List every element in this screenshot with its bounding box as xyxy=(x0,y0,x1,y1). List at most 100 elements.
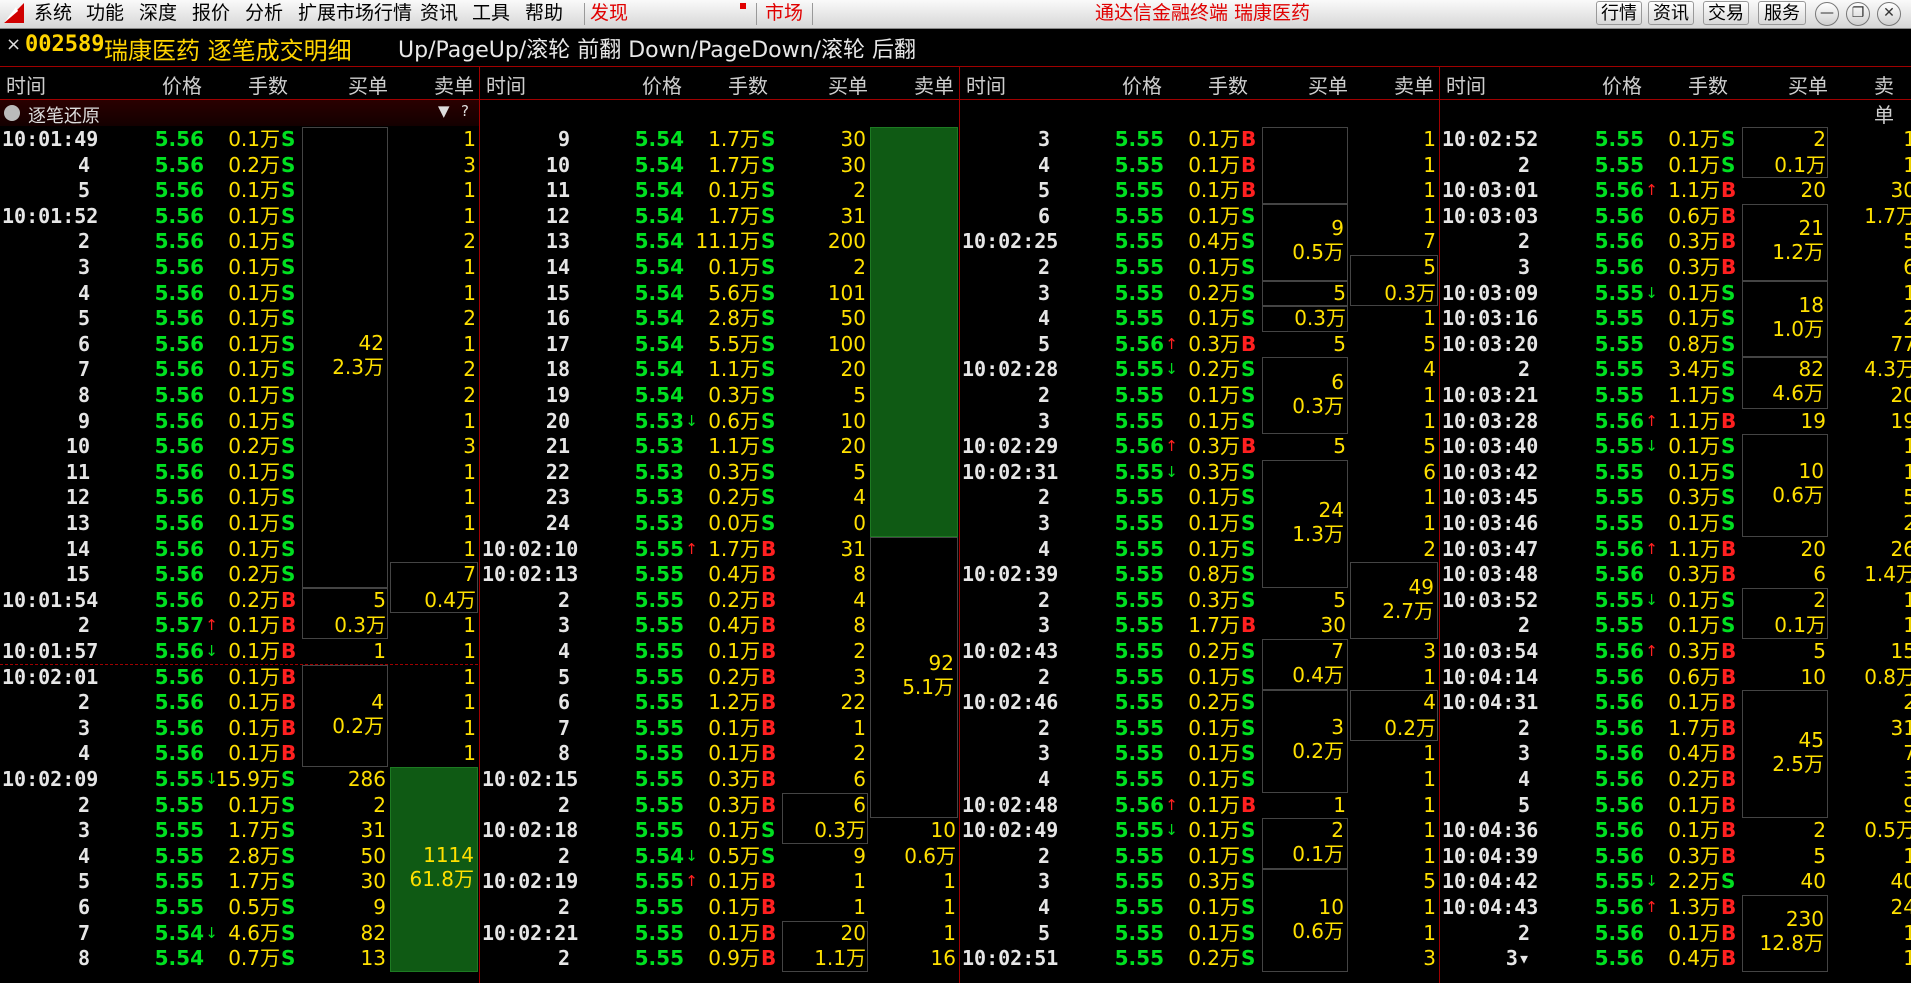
trade-volume: 0.1万 xyxy=(1188,306,1240,331)
sell-order-value: 1 xyxy=(1903,920,1911,945)
trade-side: S xyxy=(1241,587,1256,612)
trade-price: 5.55 xyxy=(1114,127,1164,151)
restore-icon[interactable]: ❐ xyxy=(1846,2,1870,26)
trade-price: 5.56 xyxy=(1594,408,1644,433)
collapse-icon[interactable] xyxy=(4,105,20,121)
sell-order-value: 1 xyxy=(1903,459,1911,484)
menu-item-news[interactable]: 资讯 xyxy=(420,0,458,28)
trade-time: 4 xyxy=(1037,895,1050,919)
trade-time: 14 xyxy=(65,536,90,561)
trade-side: S xyxy=(281,178,296,203)
menu-item-depth[interactable]: 深度 xyxy=(139,0,177,28)
filter-icon[interactable]: ▼ xyxy=(438,102,450,120)
trade-side: S xyxy=(281,920,296,945)
trade-time: 3 xyxy=(1037,869,1050,894)
trade-price: 5.54 xyxy=(634,306,684,331)
trade-time: 2 xyxy=(557,843,570,868)
trade-volume: 0.4万 xyxy=(1668,741,1720,766)
trade-price: 5.56 xyxy=(154,511,204,535)
buy-order-value: 1 xyxy=(853,715,866,740)
buy-order-value: 100 xyxy=(827,331,866,356)
sell-group-count: 1114 xyxy=(423,843,474,868)
trade-price: 5.55 xyxy=(1114,562,1164,587)
menu-item-system[interactable]: 系统 xyxy=(34,0,72,28)
trade-side: S xyxy=(1241,408,1256,433)
trade-time: 10:02:31 xyxy=(962,459,1059,484)
trade-time: 10:02:10 xyxy=(482,536,579,561)
trade-volume: 0.3万 xyxy=(1668,485,1720,510)
menu-item-market[interactable]: 市场 xyxy=(765,0,803,28)
trade-time: 5 xyxy=(1037,178,1050,203)
trade-side: S xyxy=(1241,639,1256,663)
trade-price: 5.55 xyxy=(1114,741,1164,766)
quote-button[interactable]: 行情 xyxy=(1596,1,1642,25)
trade-price: 5.53 xyxy=(634,408,684,433)
menu-item-tools[interactable]: 工具 xyxy=(472,0,510,28)
trade-price: 5.54 xyxy=(634,331,684,356)
buy-order-value: 30 xyxy=(1320,613,1346,638)
trade-time: 8 xyxy=(77,383,90,407)
trade-time: 11 xyxy=(65,459,90,484)
trade-time: 2 xyxy=(557,792,570,817)
trade-price: 5.56 xyxy=(1594,178,1644,203)
menu-item-quote[interactable]: 报价 xyxy=(192,0,230,28)
minimize-icon[interactable]: — xyxy=(1815,2,1839,26)
trade-price: 5.55 xyxy=(1114,895,1164,919)
trade-price: 5.56 xyxy=(1594,741,1644,766)
trade-price: 5.54 xyxy=(154,946,204,971)
sell-order-value: 1 xyxy=(1903,843,1911,868)
sell-order-value: 1 xyxy=(1903,587,1911,612)
buy-order-value: 5 xyxy=(853,459,866,484)
menu-item-extended-market[interactable]: 扩展市场行情 xyxy=(298,0,412,28)
header-sell-order: 卖单 xyxy=(914,74,954,98)
stock-code: 002589 xyxy=(25,32,105,57)
trade-button[interactable]: 交易 xyxy=(1703,1,1749,25)
menu-item-help[interactable]: 帮助 xyxy=(525,0,563,28)
menu-item-analysis[interactable]: 分析 xyxy=(245,0,283,28)
trade-time: 2 xyxy=(1517,613,1530,638)
trade-volume: 0.4万 xyxy=(708,562,760,587)
trade-price: 5.55 xyxy=(1114,946,1164,971)
trade-price: 5.56 xyxy=(154,587,204,612)
trade-volume: 0.4万 xyxy=(708,613,760,638)
sell-order-value: 10 xyxy=(930,818,956,843)
trade-price: 5.56 xyxy=(1594,664,1644,689)
trade-volume: 0.3万 xyxy=(708,767,760,791)
buy-group-count: 7 xyxy=(1331,638,1344,663)
sell-order-value: 5 xyxy=(1423,255,1436,279)
sell-order-value: 2 xyxy=(1903,306,1911,331)
trade-volume: 0.1万 xyxy=(1668,690,1720,715)
trade-volume: 5.5万 xyxy=(708,331,760,356)
trade-price: 5.55 xyxy=(634,690,684,715)
buy-order-value: 40 xyxy=(1800,869,1826,894)
trade-side: S xyxy=(281,331,296,356)
help-icon[interactable]: ? xyxy=(461,102,469,120)
buy-order-value: 2 xyxy=(853,639,866,663)
sell-order-value: 1 xyxy=(1903,613,1911,638)
buy-group-volume: 1.0万 xyxy=(1772,317,1824,341)
trade-side: B xyxy=(281,715,297,740)
sell-order-value: 1 xyxy=(463,485,476,510)
trade-price: 5.56 xyxy=(1594,818,1644,843)
trade-side: B xyxy=(1721,664,1737,689)
sell-order-value: 2 xyxy=(463,306,476,331)
buy-order-value: 1 xyxy=(853,869,866,894)
trade-side: S xyxy=(1721,152,1736,177)
trade-volume: 0.2万 xyxy=(708,664,760,689)
close-window-icon[interactable]: ✕ xyxy=(1877,2,1901,26)
news-button[interactable]: 资讯 xyxy=(1648,1,1694,25)
trade-volume: 0.1万 xyxy=(1188,741,1240,766)
trade-price: 5.54 xyxy=(154,920,204,945)
trade-price: 5.54 xyxy=(634,152,684,177)
service-button[interactable]: 服务 xyxy=(1758,1,1806,25)
buy-group-count: 6 xyxy=(1331,369,1344,394)
menu-item-discover[interactable]: 发现 xyxy=(590,0,628,28)
menu-item-function[interactable]: 功能 xyxy=(86,0,124,28)
trade-time: 22 xyxy=(545,459,570,484)
buy-group-count: 21 xyxy=(1798,216,1824,241)
trade-price: 5.57 xyxy=(154,613,204,638)
trade-time: 8 xyxy=(77,946,90,971)
close-tab-icon[interactable]: × xyxy=(6,34,21,55)
trade-price: 5.55 xyxy=(154,792,204,817)
buy-order-value: 1 xyxy=(373,639,386,663)
